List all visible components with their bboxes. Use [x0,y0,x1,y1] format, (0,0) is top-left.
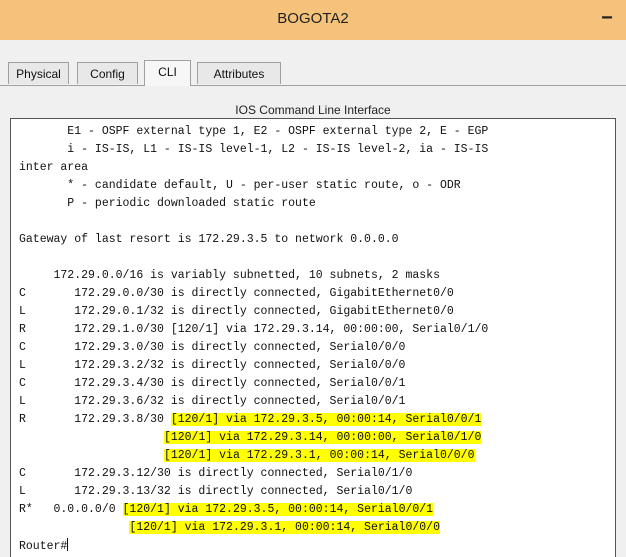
tab-cli[interactable]: CLI [144,60,191,86]
panel-title: IOS Command Line Interface [235,103,391,117]
terminal-line: C 172.29.0.0/30 is directly connected, G… [19,287,454,300]
tab-config[interactable]: Config [77,62,138,84]
tab-bar: Physical Config CLI Attributes [0,60,626,86]
terminal-line: 172.29.0.0/16 is variably subnetted, 10 … [19,269,440,282]
highlighted-route: [120/1] via 172.29.3.1, 00:00:14, Serial… [129,521,440,534]
terminal-line: inter area [19,161,89,174]
terminal-line: C 172.29.3.4/30 is directly connected, S… [19,377,406,390]
highlighted-route: [120/1] via 172.29.3.14, 00:00:00, Seria… [163,431,482,444]
highlighted-route: [120/1] via 172.29.3.5, 00:00:14, Serial… [170,413,482,426]
terminal-line: E1 - OSPF external type 1, E2 - OSPF ext… [19,125,489,138]
terminal-line: L 172.29.3.2/32 is directly connected, S… [19,359,406,372]
terminal-line: L 172.29.0.1/32 is directly connected, G… [19,305,454,318]
cli-terminal[interactable]: E1 - OSPF external type 1, E2 - OSPF ext… [10,118,616,557]
terminal-line: Gateway of last resort is 172.29.3.5 to … [19,233,399,246]
terminal-line: P - periodic downloaded static route [19,197,316,210]
terminal-line: [120/1] via 172.29.3.1, 00:00:14, Serial… [19,519,440,537]
terminal-line: [120/1] via 172.29.3.14, 00:00:00, Seria… [19,429,482,447]
highlighted-route: [120/1] via 172.29.3.5, 00:00:14, Serial… [122,503,434,516]
command-prompt[interactable]: Router# [19,538,69,556]
tab-attributes[interactable]: Attributes [197,62,281,84]
terminal-line: L 172.29.3.6/32 is directly connected, S… [19,395,406,408]
terminal-line: R 172.29.1.0/30 [120/1] via 172.29.3.14,… [19,323,489,336]
terminal-line: C 172.29.3.12/30 is directly connected, … [19,467,413,480]
minimize-button[interactable]: − [588,0,626,40]
terminal-line: * - candidate default, U - per-user stat… [19,179,461,192]
terminal-line: i - IS-IS, L1 - IS-IS level-1, L2 - IS-I… [19,143,489,156]
highlighted-route: [120/1] via 172.29.3.1, 00:00:14, Serial… [163,449,475,462]
tab-physical[interactable]: Physical [8,62,69,84]
terminal-line: L 172.29.3.13/32 is directly connected, … [19,485,413,498]
terminal-line: R* 0.0.0.0/0 [120/1] via 172.29.3.5, 00:… [19,503,434,516]
title-bar: BOGOTA2 − [0,0,626,40]
window-title: BOGOTA2 [277,10,349,27]
terminal-line: [120/1] via 172.29.3.1, 00:00:14, Serial… [19,447,475,465]
text-cursor [67,538,69,551]
terminal-line: R 172.29.3.8/30 [120/1] via 172.29.3.5, … [19,413,482,426]
terminal-line: C 172.29.3.0/30 is directly connected, S… [19,341,406,354]
